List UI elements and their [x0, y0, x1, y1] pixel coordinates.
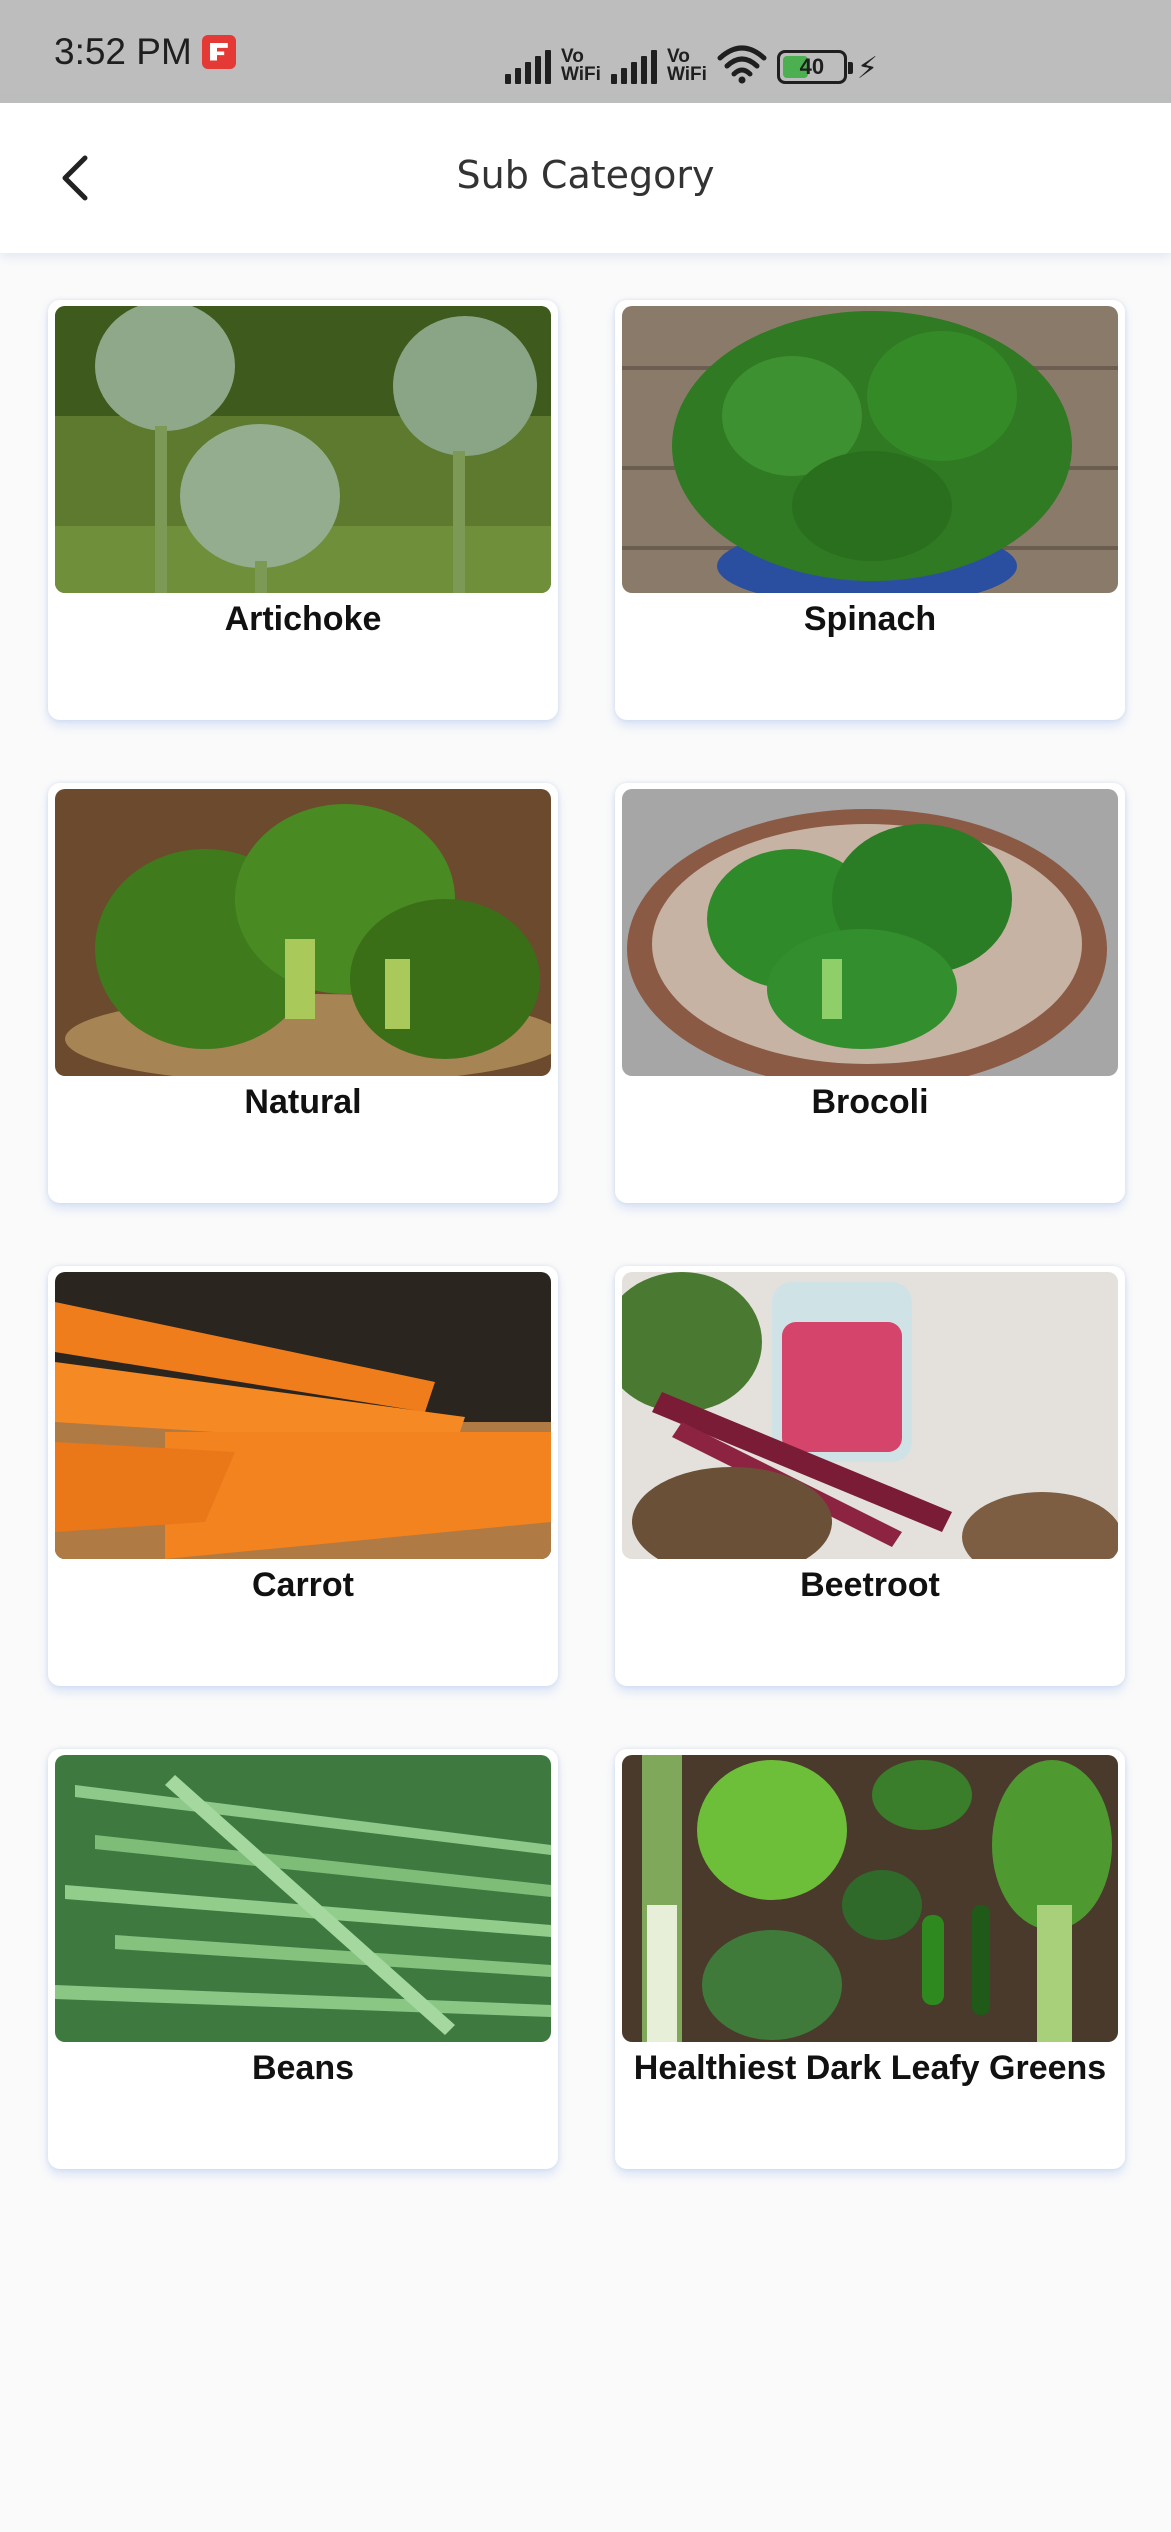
signal-strength-icon: [505, 48, 551, 84]
category-label: Healthiest Dark Leafy Greens: [633, 2049, 1107, 2087]
category-label: Natural: [244, 1083, 362, 1121]
app-notification-icon: [201, 34, 236, 69]
beetroot-image: [622, 1272, 1118, 1559]
leafy-greens-image: [622, 1755, 1118, 2042]
battery-icon: 40: [776, 50, 853, 84]
category-card-carrot[interactable]: Carrot: [48, 1266, 558, 1686]
category-card-beetroot[interactable]: Beetroot: [615, 1266, 1125, 1686]
category-label: Carrot: [251, 1566, 355, 1604]
category-label: Beetroot: [800, 1566, 940, 1604]
natural-broccoli-image: [55, 789, 551, 1076]
app-bar: Sub Category: [0, 103, 1171, 253]
carrot-image: [55, 1272, 551, 1559]
category-card-natural[interactable]: Natural: [48, 783, 558, 1203]
status-time: 3:52 PM: [54, 30, 192, 72]
status-bar: 3:52 PM Vo WiFi Vo WiFi 40 ⚡: [0, 0, 1171, 103]
page-title: Sub Category: [456, 153, 715, 197]
category-label: Beans: [251, 2049, 355, 2087]
category-label: Brocoli: [811, 1083, 929, 1121]
category-label: Artichoke: [224, 600, 382, 638]
brocoli-image: [622, 789, 1118, 1076]
wifi-icon: [717, 44, 767, 84]
category-card-healthiest-dark-leafy-greens[interactable]: Healthiest Dark Leafy Greens: [615, 1749, 1125, 2169]
signal-strength-icon-2: [610, 48, 657, 84]
charging-icon: ⚡: [856, 52, 878, 85]
category-card-beans[interactable]: Beans: [48, 1749, 558, 2169]
category-card-brocoli[interactable]: Brocoli: [615, 783, 1125, 1203]
vowifi-icon-2: Vo WiFi: [666, 46, 707, 85]
status-indicators: Vo WiFi Vo WiFi 40 ⚡: [505, 44, 878, 84]
category-card-artichoke[interactable]: Artichoke: [48, 300, 558, 720]
category-label: Spinach: [803, 600, 937, 638]
category-card-spinach[interactable]: Spinach: [615, 300, 1125, 720]
battery-level: 40: [799, 54, 825, 79]
beans-image: [55, 1755, 551, 2042]
vowifi-icon: Vo WiFi: [561, 46, 601, 85]
artichoke-image: [55, 306, 551, 593]
spinach-image: [622, 306, 1118, 593]
